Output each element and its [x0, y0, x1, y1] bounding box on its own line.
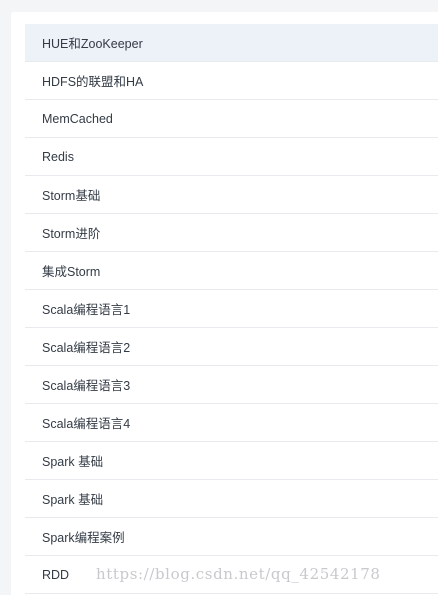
menu-item-label: Spark编程案例: [42, 531, 125, 545]
menu-item-rdd[interactable]: RDD: [25, 556, 438, 594]
menu-item-scala-2[interactable]: Scala编程语言2: [25, 328, 438, 366]
menu-item-scala-4[interactable]: Scala编程语言4: [25, 404, 438, 442]
menu-item-label: Storm进阶: [42, 227, 101, 241]
menu-item-spark-basics-2[interactable]: Spark 基础: [25, 480, 438, 518]
menu-item-storm-advanced[interactable]: Storm进阶: [25, 214, 438, 252]
menu-item-hdfs-federation-ha[interactable]: HDFS的联盟和HA: [25, 62, 438, 100]
menu-item-scala-3[interactable]: Scala编程语言3: [25, 366, 438, 404]
menu-item-label: 集成Storm: [42, 265, 101, 279]
menu-item-spark-examples[interactable]: Spark编程案例: [25, 518, 438, 556]
menu-item-label: Scala编程语言1: [42, 303, 131, 317]
menu-item-label: HUE和ZooKeeper: [42, 37, 143, 51]
menu-item-label: Redis: [42, 149, 74, 164]
menu-item-label: RDD: [42, 567, 70, 582]
menu-item-spark-basics-1[interactable]: Spark 基础: [25, 442, 438, 480]
menu-item-integrate-storm[interactable]: 集成Storm: [25, 252, 438, 290]
menu-item-memcached[interactable]: MemCached: [25, 100, 438, 138]
menu-item-label: MemCached: [42, 111, 113, 126]
menu-item-label: Spark 基础: [42, 455, 104, 469]
menu-item-redis[interactable]: Redis: [25, 138, 438, 176]
menu-item-label: HDFS的联盟和HA: [42, 75, 144, 89]
menu-item-label: Storm基础: [42, 189, 101, 203]
menu-item-label: Spark 基础: [42, 493, 104, 507]
menu-item-scala-1[interactable]: Scala编程语言1: [25, 290, 438, 328]
menu-item-storm-basics[interactable]: Storm基础: [25, 176, 438, 214]
menu-item-label: Scala编程语言3: [42, 379, 131, 393]
menu-item-label: Scala编程语言2: [42, 341, 131, 355]
menu-item-label: Scala编程语言4: [42, 417, 131, 431]
menu-item-hue-zookeeper[interactable]: HUE和ZooKeeper: [25, 24, 438, 62]
course-menu-list: HUE和ZooKeeper HDFS的联盟和HA MemCached Redis…: [25, 24, 438, 594]
